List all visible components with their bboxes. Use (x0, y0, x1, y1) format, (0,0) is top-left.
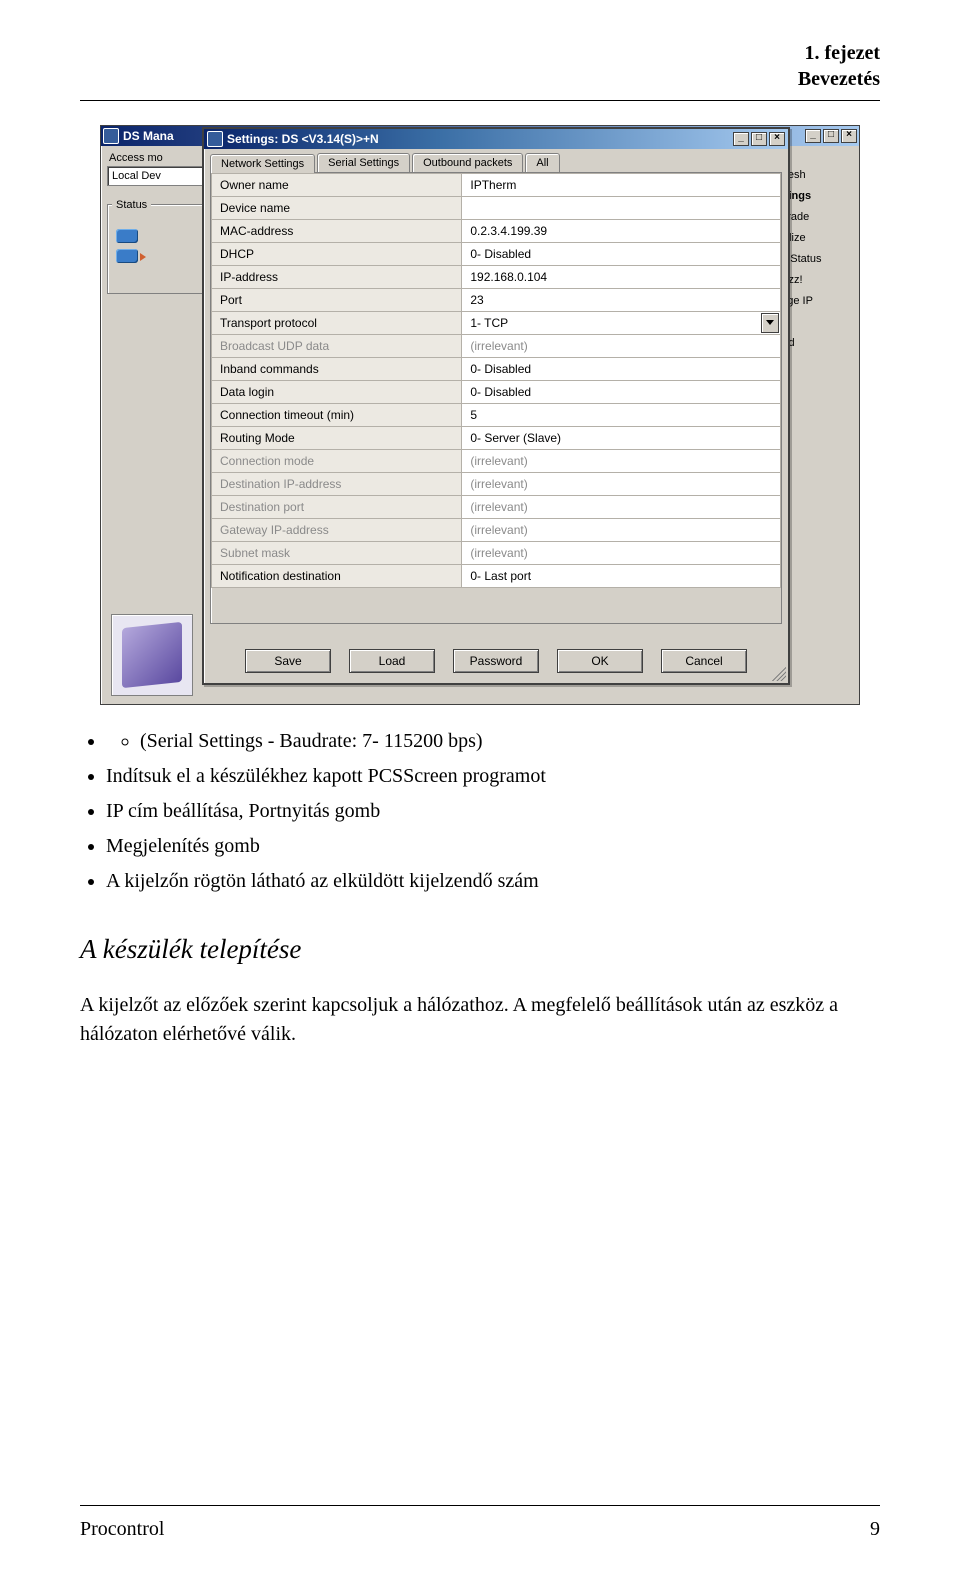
setting-key: Notification destination (212, 565, 462, 588)
settings-grid: Owner nameIPThermDevice nameMAC-address0… (210, 172, 782, 624)
setting-key: Inband commands (212, 358, 462, 381)
tabs: Network Settings Serial Settings Outboun… (210, 153, 782, 172)
embedded-screenshot: DS Mana _ □ × Access mo Local Dev Status (80, 125, 880, 705)
load-button[interactable]: Load (349, 649, 435, 673)
setting-key: Connection timeout (min) (212, 404, 462, 427)
setting-value[interactable]: 1- TCP (462, 312, 781, 335)
list-item: (Serial Settings - Baudrate: 7- 115200 b… (106, 727, 880, 756)
chapter-number: 1. fejezet (80, 40, 880, 66)
setting-key: DHCP (212, 243, 462, 266)
setting-value[interactable]: (irrelevant) (462, 335, 781, 358)
setting-value[interactable]: IPTherm (462, 174, 781, 197)
bullet-list: (Serial Settings - Baudrate: 7- 115200 b… (106, 727, 880, 896)
minimize-button[interactable]: _ (805, 129, 821, 143)
setting-value[interactable]: 23 (462, 289, 781, 312)
setting-value[interactable]: (irrelevant) (462, 496, 781, 519)
setting-value[interactable]: 5 (462, 404, 781, 427)
password-button[interactable]: Password (453, 649, 539, 673)
footer-left: Procontrol (80, 1518, 164, 1541)
status-label: Status (112, 199, 151, 211)
setting-key: Transport protocol (212, 312, 462, 335)
setting-key: IP-address (212, 266, 462, 289)
outer-window-title: DS Mana (123, 129, 174, 143)
setting-value[interactable]: 0- Disabled (462, 358, 781, 381)
sub-list-item: (Serial Settings - Baudrate: 7- 115200 b… (140, 727, 880, 756)
dialog-maximize-button[interactable]: □ (751, 132, 767, 146)
setting-value[interactable]: (irrelevant) (462, 542, 781, 565)
page-footer: Procontrol 9 (80, 1518, 880, 1541)
setting-key: Device name (212, 197, 462, 220)
list-item: Megjelenítés gomb (106, 832, 880, 861)
maximize-button[interactable]: □ (823, 129, 839, 143)
dialog-minimize-button[interactable]: _ (733, 132, 749, 146)
setting-key: Owner name (212, 174, 462, 197)
body-text: (Serial Settings - Baudrate: 7- 115200 b… (80, 727, 880, 1049)
footer-divider (80, 1505, 880, 1506)
cancel-button[interactable]: Cancel (661, 649, 747, 673)
app-icon (103, 128, 119, 144)
setting-value[interactable]: 0- Last port (462, 565, 781, 588)
setting-key: Destination port (212, 496, 462, 519)
setting-key: Destination IP-address (212, 473, 462, 496)
setting-key: Gateway IP-address (212, 519, 462, 542)
setting-key: Routing Mode (212, 427, 462, 450)
resize-grip-icon[interactable] (772, 667, 786, 681)
setting-key: Subnet mask (212, 542, 462, 565)
section-heading: A készülék telepítése (80, 930, 880, 969)
setting-value[interactable] (462, 197, 781, 220)
tab-serial-settings[interactable]: Serial Settings (317, 153, 410, 172)
footer-page-number: 9 (870, 1518, 880, 1541)
settings-dialog: Settings: DS <V3.14(S)>+N _ □ × Network … (202, 127, 790, 685)
setting-value[interactable]: 192.168.0.104 (462, 266, 781, 289)
paragraph: A kijelzőt az előzőek szerint kapcsoljuk… (80, 991, 880, 1049)
device-icon[interactable] (116, 229, 138, 243)
setting-value[interactable]: 0.2.3.4.199.39 (462, 220, 781, 243)
device-icon[interactable] (116, 249, 138, 263)
setting-key: Connection mode (212, 450, 462, 473)
setting-value[interactable]: 0- Disabled (462, 243, 781, 266)
setting-value[interactable]: 0- Disabled (462, 381, 781, 404)
dialog-title: Settings: DS <V3.14(S)>+N (227, 132, 379, 146)
setting-value[interactable]: (irrelevant) (462, 519, 781, 542)
tab-all[interactable]: All (525, 153, 559, 172)
setting-value[interactable]: 0- Server (Slave) (462, 427, 781, 450)
ok-button[interactable]: OK (557, 649, 643, 673)
tab-outbound-packets[interactable]: Outbound packets (412, 153, 523, 172)
dropdown-icon[interactable] (761, 313, 779, 333)
setting-key: Data login (212, 381, 462, 404)
close-button[interactable]: × (841, 129, 857, 143)
dialog-icon (207, 131, 223, 147)
setting-key: MAC-address (212, 220, 462, 243)
list-item: Indítsuk el a készülékhez kapott PCSScre… (106, 762, 880, 791)
setting-key: Port (212, 289, 462, 312)
setting-value[interactable]: (irrelevant) (462, 473, 781, 496)
device-thumbnail (111, 614, 193, 696)
dialog-button-row: Save Load Password OK Cancel (204, 649, 788, 673)
list-item: IP cím beállítása, Portnyitás gomb (106, 797, 880, 826)
dialog-close-button[interactable]: × (769, 132, 785, 146)
save-button[interactable]: Save (245, 649, 331, 673)
chapter-title: Bevezetés (80, 66, 880, 92)
list-item: A kijelzőn rögtön látható az elküldött k… (106, 867, 880, 896)
setting-key: Broadcast UDP data (212, 335, 462, 358)
header-divider (80, 100, 880, 101)
setting-value[interactable]: (irrelevant) (462, 450, 781, 473)
page-header: 1. fejezet Bevezetés (80, 40, 880, 92)
tab-network-settings[interactable]: Network Settings (210, 154, 315, 173)
